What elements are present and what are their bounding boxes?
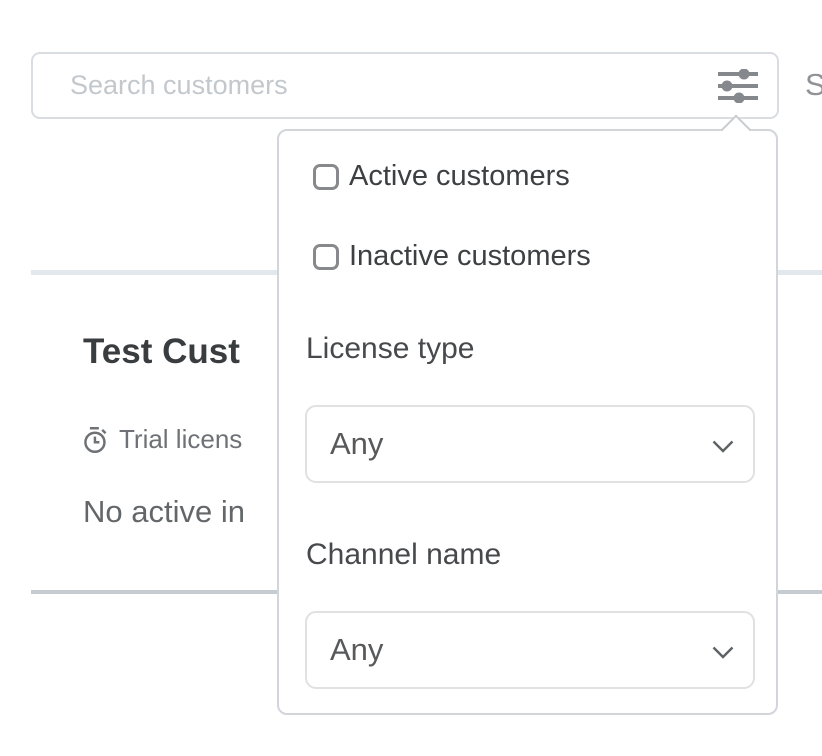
inactive-customers-label: Inactive customers xyxy=(349,240,591,273)
channel-name-label: Channel name xyxy=(306,538,501,572)
channel-name-value: Any xyxy=(307,632,383,668)
active-customers-checkbox[interactable] xyxy=(313,164,339,190)
chevron-down-icon xyxy=(712,646,734,659)
chevron-down-icon xyxy=(712,440,734,453)
installations-note: No active in xyxy=(83,494,245,530)
search-box xyxy=(31,52,779,119)
license-status-text: Trial licens xyxy=(119,424,242,455)
partial-right-text: S xyxy=(805,67,822,103)
inactive-customers-checkbox[interactable] xyxy=(313,244,339,270)
license-type-label: License type xyxy=(306,332,474,366)
license-type-value: Any xyxy=(307,426,383,462)
popover-arrow xyxy=(720,114,751,145)
inactive-customers-option[interactable]: Inactive customers xyxy=(313,240,591,273)
license-type-select[interactable]: Any xyxy=(305,405,755,483)
sliders-icon xyxy=(717,69,759,103)
filter-button[interactable] xyxy=(714,64,762,108)
active-customers-option[interactable]: Active customers xyxy=(313,160,570,193)
customer-name: Test Cust xyxy=(83,332,240,372)
license-status-row: Trial licens xyxy=(82,424,242,455)
filter-popover: Active customers Inactive customers Lice… xyxy=(277,129,778,715)
stopwatch-icon xyxy=(82,426,109,454)
active-customers-label: Active customers xyxy=(349,160,570,193)
channel-name-select[interactable]: Any xyxy=(305,611,755,689)
search-input[interactable] xyxy=(33,54,714,117)
